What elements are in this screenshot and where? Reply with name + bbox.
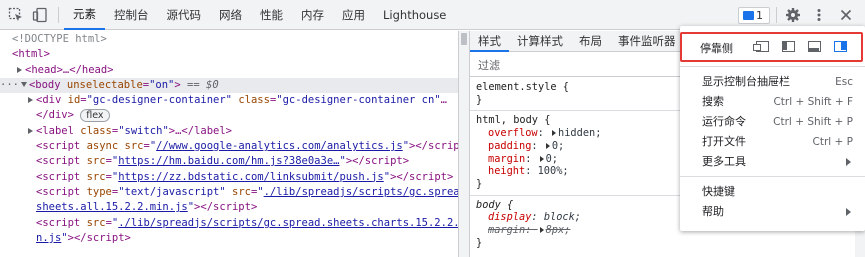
menu-divider — [680, 66, 865, 67]
flex-badge[interactable]: flex — [80, 109, 110, 123]
tab-layout[interactable]: 布局 — [571, 31, 610, 52]
dom-line-script-2[interactable]: <script src="https://hm.baidu.com/hm.js?… — [0, 154, 458, 169]
more-options-icon[interactable] — [811, 7, 827, 23]
submenu-arrow-icon — [846, 158, 851, 166]
menu-item-show-console-drawer[interactable]: 显示控制台抽屉栏 Esc — [680, 72, 865, 92]
dom-line-doctype[interactable]: <!DOCTYPE html> — [0, 32, 458, 47]
issues-badge[interactable]: 1 — [738, 7, 770, 24]
submenu-arrow-icon — [846, 208, 851, 216]
dock-side-row: 停靠侧 — [680, 32, 863, 62]
undock-window-icon[interactable] — [753, 41, 769, 52]
collapse-arrow-icon[interactable] — [20, 82, 27, 88]
dock-left-icon[interactable] — [782, 41, 795, 52]
tab-console[interactable]: 控制台 — [105, 0, 158, 30]
dom-line-script-4-cont[interactable]: sheets.all.15.2.2.min.js"></script> — [0, 200, 458, 215]
customize-devtools-menu: 停靠侧 显示控制台抽屉栏 Esc 搜索 Ctrl + Shift + F 运行命令 C… — [680, 26, 865, 231]
tab-lighthouse[interactable]: Lighthouse — [374, 0, 455, 30]
tab-application[interactable]: 应用 — [333, 0, 374, 30]
rule-html-body: html, body { overflow: hidden; padding: … — [470, 111, 680, 196]
toolbar-divider — [58, 7, 59, 23]
tab-event-listeners[interactable]: 事件监听器 — [610, 31, 684, 52]
dock-right-icon[interactable] — [834, 41, 847, 52]
inspect-element-icon[interactable] — [8, 7, 24, 23]
dom-line-body[interactable]: ··· <body unselectable="on"> == $0 — [0, 77, 458, 94]
device-toolbar-icon[interactable] — [32, 7, 48, 23]
tab-sources[interactable]: 源代码 — [158, 0, 211, 30]
splitter-handle[interactable] — [461, 33, 467, 45]
menu-item-more-tools[interactable]: 更多工具 — [680, 152, 865, 172]
rule-element-style: element.style { } — [470, 78, 680, 112]
message-icon — [743, 11, 754, 20]
css-prop-margin-overridden[interactable]: margin: 8px; — [476, 224, 680, 237]
rule-body: body { display: block; margin: 8px; } — [470, 196, 680, 254]
css-prop-height[interactable]: height: 100%; — [476, 165, 680, 178]
tab-memory[interactable]: 内存 — [292, 0, 333, 30]
dom-line-html[interactable]: <html> — [0, 47, 458, 62]
css-prop-margin[interactable]: margin: 0; — [476, 153, 680, 166]
menu-item-search[interactable]: 搜索 Ctrl + Shift + F — [680, 92, 865, 112]
tab-performance[interactable]: 性能 — [251, 0, 292, 30]
dom-line-script-1[interactable]: <script async src="//www.google-analytic… — [0, 139, 458, 154]
dom-line-label[interactable]: <label class="switch">…</label> — [0, 124, 458, 139]
dom-line-script-5[interactable]: <script src="./lib/spreadjs/scripts/gc.s… — [0, 216, 458, 231]
css-prop-overflow[interactable]: overflow: hidden; — [476, 127, 680, 140]
dock-bottom-icon[interactable] — [808, 41, 821, 52]
tab-elements[interactable]: 元素 — [64, 0, 105, 30]
menu-item-open-file[interactable]: 打开文件 Ctrl + P — [680, 132, 865, 152]
dom-line-script-4[interactable]: <script type="text/javascript" src="./li… — [0, 185, 458, 200]
dom-line-script-3[interactable]: <script src="https://zz.bdstatic.com/lin… — [0, 170, 458, 185]
menu-item-help[interactable]: 帮助 — [680, 202, 865, 222]
menu-item-shortcuts[interactable]: 快捷键 — [680, 182, 865, 202]
css-prop-display[interactable]: display: block; — [476, 211, 680, 224]
tab-network[interactable]: 网络 — [210, 0, 251, 30]
panel-splitter[interactable] — [458, 31, 470, 257]
dom-line-div[interactable]: <div id="gc-designer-container" class="g… — [0, 93, 458, 108]
close-icon[interactable] — [838, 7, 854, 23]
styles-pane: element.style { } html, body { overflow:… — [470, 78, 680, 257]
expand-arrow-icon[interactable] — [28, 127, 33, 134]
ellipsis-icon: ··· — [0, 78, 19, 91]
toolbar-divider-right — [776, 7, 777, 23]
menu-item-run-command[interactable]: 运行命令 Ctrl + Shift + P — [680, 112, 865, 132]
panel-tabs: 元素 控制台 源代码 网络 性能 内存 应用 Lighthouse — [64, 0, 455, 30]
gear-icon[interactable] — [785, 7, 801, 23]
tab-computed[interactable]: 计算样式 — [509, 31, 571, 52]
issues-count: 1 — [756, 9, 763, 22]
dock-side-label: 停靠侧 — [700, 42, 733, 55]
expand-arrow-icon[interactable] — [28, 97, 33, 104]
tab-styles[interactable]: 样式 — [470, 31, 509, 52]
dom-line-script-5-cont[interactable]: n.js"></script> — [0, 231, 458, 246]
expand-arrow-icon[interactable] — [17, 66, 22, 73]
dom-line-head[interactable]: <head>…</head> — [0, 63, 458, 78]
dom-line-div-close[interactable]: </div> flex — [0, 108, 458, 123]
menu-divider — [680, 176, 865, 177]
dom-tree: <!DOCTYPE html> <html> <head>…</head> ··… — [0, 31, 458, 257]
css-prop-padding[interactable]: padding: 0; — [476, 140, 680, 153]
